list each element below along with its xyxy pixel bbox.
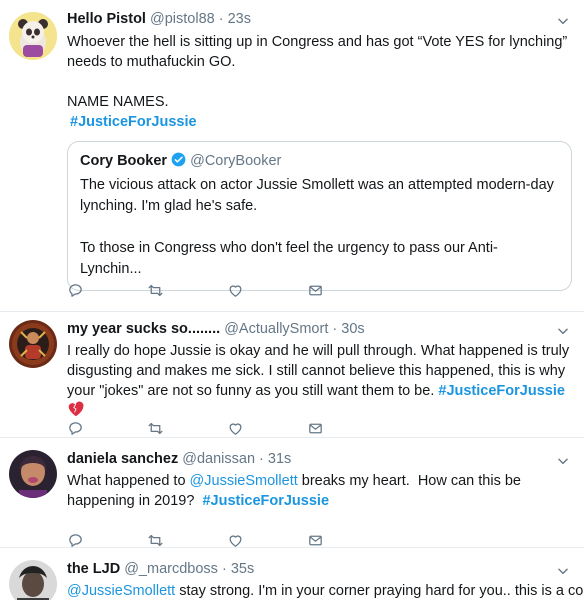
separator-dot: · [218,11,224,27]
timestamp[interactable]: 35s [231,561,254,577]
retweet-button[interactable] [147,530,227,550]
tweet-text: What happened to @JussieSmollett breaks … [67,471,570,511]
direct-message-button[interactable] [307,530,387,550]
avatar[interactable] [9,560,57,600]
tweet-body: What happened to [67,473,190,489]
avatar-image [9,450,57,498]
chevron-down-icon[interactable] [556,324,570,338]
avatar[interactable] [9,320,57,368]
retweet-icon [148,284,163,296]
retweet-button[interactable] [147,280,227,300]
timestamp[interactable]: 23s [228,11,251,27]
chevron-down-icon[interactable] [556,564,570,578]
reply-icon [69,533,82,547]
user-handle[interactable]: @_marcdboss [124,561,218,577]
tweet-text: @JussieSmollett stay strong. I'm in your… [67,581,584,600]
separator-dot: · [221,561,227,577]
tweet[interactable]: daniela sanchez @danissan · 31s What hap… [0,438,584,548]
mention-link[interactable]: @JussieSmollett [190,473,298,489]
tweet[interactable]: my year sucks so........ @ActuallySmort … [0,312,584,438]
mention-link[interactable]: @JussieSmollett [67,583,175,599]
avatar[interactable] [9,450,57,498]
tweet-header: Hello Pistol @pistol88 · 23s [67,10,570,29]
quoted-tweet-text: The vicious attack on actor Jussie Smoll… [80,177,554,277]
hashtag-link[interactable]: #JusticeForJussie [202,493,329,509]
avatar[interactable] [9,12,57,60]
quoted-tweet[interactable]: Cory Booker @CoryBooker The vicious atta… [67,141,572,291]
retweet-icon [148,534,163,546]
display-name[interactable]: Hello Pistol [67,11,146,27]
tweet-header: my year sucks so........ @ActuallySmort … [67,320,570,339]
tweet-header: daniela sanchez @danissan · 31s [67,450,570,469]
broken-heart-emoji-icon [68,401,84,417]
user-handle[interactable]: @ActuallySmort [224,321,328,337]
user-handle[interactable]: @danissan [182,451,255,467]
separator-dot: · [332,321,338,337]
direct-message-button[interactable] [307,418,387,438]
reply-icon [69,283,82,297]
reply-button[interactable] [67,418,147,438]
quoted-user-handle: @CoryBooker [190,153,282,169]
quoted-display-name: Cory Booker [80,153,168,169]
like-button[interactable] [227,530,307,550]
chevron-down-icon[interactable] [556,454,570,468]
direct-message-button[interactable] [307,280,387,300]
reply-button[interactable] [67,280,147,300]
like-icon [229,422,242,435]
tweet-body: stay strong. I'm in your corner praying … [175,583,584,599]
separator-dot: · [259,451,264,467]
display-name[interactable]: the LJD [67,561,120,577]
user-handle[interactable]: @pistol88 [150,11,215,27]
tweet-actions [67,280,387,300]
retweet-icon [148,422,163,434]
like-icon [229,534,242,547]
direct-message-icon [309,423,322,433]
tweet[interactable]: Hello Pistol @pistol88 · 23s Whoever the… [0,0,584,312]
like-icon [229,284,242,297]
avatar-panda-image [9,12,57,60]
direct-message-icon [309,285,322,295]
tweet-header: the LJD @_marcdboss · 35s [67,560,570,579]
tweet[interactable]: the LJD @_marcdboss · 35s @JussieSmollet… [0,548,584,600]
reply-icon [69,421,82,435]
hashtag-link[interactable]: #JusticeForJussie [438,383,565,399]
avatar-image [9,320,57,368]
display-name[interactable]: my year sucks so........ [67,321,220,337]
verified-badge-icon [171,152,186,167]
display-name[interactable]: daniela sanchez [67,451,178,467]
tweet-actions [67,530,387,550]
tweet-text: I really do hope Jussie is okay and he w… [67,341,570,421]
timeline-feed: Hello Pistol @pistol88 · 23s Whoever the… [0,0,584,600]
tweet-text: Whoever the hell is sitting up in Congre… [67,34,568,110]
reply-button[interactable] [67,530,147,550]
retweet-button[interactable] [147,418,227,438]
chevron-down-icon[interactable] [556,14,570,28]
direct-message-icon [309,535,322,545]
tweet-actions [67,418,387,438]
timestamp[interactable]: 31s [268,451,291,467]
like-button[interactable] [227,280,307,300]
hashtag-link[interactable]: #JusticeForJussie [70,114,197,130]
timestamp[interactable]: 30s [341,321,364,337]
avatar-image [9,560,57,600]
like-button[interactable] [227,418,307,438]
